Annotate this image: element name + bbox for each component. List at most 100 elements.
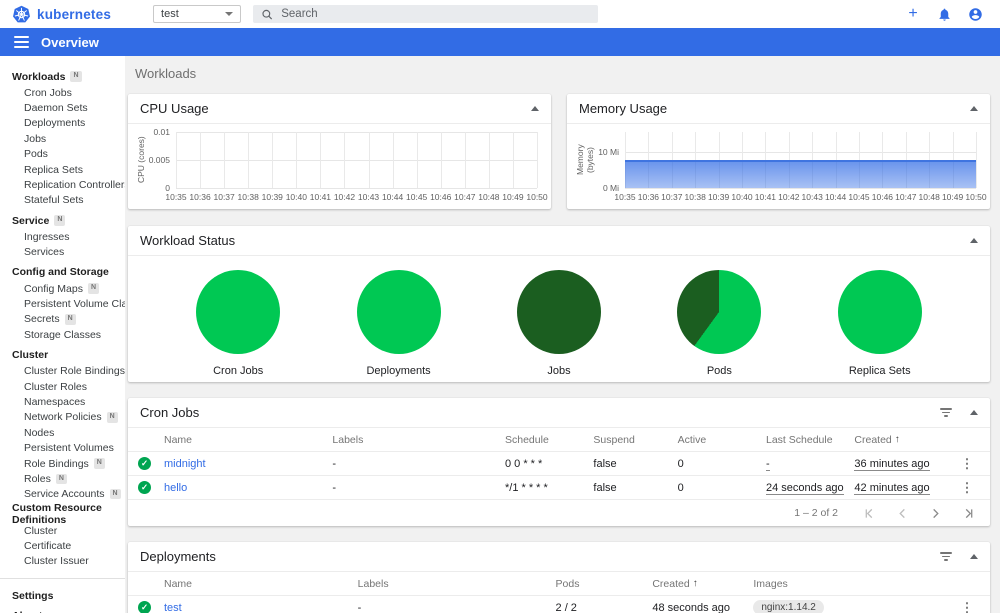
sidebar-item-jobs[interactable]: Jobs <box>0 131 125 146</box>
sidebar-section-service[interactable]: Service N <box>0 212 125 229</box>
previous-page-icon[interactable] <box>897 508 908 519</box>
column-header-suspend[interactable]: Suspend <box>593 434 677 446</box>
gridline <box>512 132 514 188</box>
sidebar-item-persistent-volumes[interactable]: Persistent Volumes <box>0 440 125 455</box>
collapse-icon[interactable] <box>970 106 978 111</box>
column-header-schedule[interactable]: Schedule <box>505 434 593 446</box>
cron-jobs-title: Cron Jobs <box>140 405 200 420</box>
notifications-button[interactable] <box>935 5 953 23</box>
sidebar-item-service-accounts[interactable]: Service Accounts N <box>0 487 125 502</box>
status-cell: ✓ <box>138 481 164 494</box>
column-header-label: Schedule <box>505 433 549 446</box>
sidebar-item-pods[interactable]: Pods <box>0 147 125 162</box>
y-tick-label: 0.01 <box>153 127 170 137</box>
column-header-name[interactable]: Name <box>164 578 358 590</box>
workload-status-title: Workload Status <box>140 233 236 248</box>
sidebar-item-label: Jobs <box>24 132 47 145</box>
column-header-last-schedule[interactable]: Last Schedule <box>766 434 854 446</box>
cron-jobs-pagination: 1 – 2 of 2 <box>128 500 990 526</box>
menu-hamburger-icon[interactable] <box>14 36 29 48</box>
cpu-y-axis-label: CPU (cores) <box>136 136 146 184</box>
sidebar-item-role-bindings[interactable]: Role Bindings N <box>0 456 125 471</box>
sidebar-section-label: Cluster <box>12 348 49 361</box>
memory-card-title: Memory Usage <box>579 101 668 116</box>
deployment-name-link[interactable]: test <box>164 602 358 613</box>
next-page-icon[interactable] <box>930 508 941 519</box>
x-tick-label: 10:47 <box>454 192 476 202</box>
column-header-name[interactable]: Name <box>164 434 332 446</box>
collapse-icon[interactable] <box>970 410 978 415</box>
cron-job-name-link[interactable]: midnight <box>164 458 332 470</box>
collapse-icon[interactable] <box>970 554 978 559</box>
sidebar-item-stateful-sets[interactable]: Stateful Sets <box>0 193 125 208</box>
column-header-labels[interactable]: Labels <box>358 578 556 590</box>
pods-cell: 2 / 2 <box>555 601 577 613</box>
last-schedule-cell-value: - <box>766 457 770 471</box>
sidebar-item-services[interactable]: Services <box>0 245 125 260</box>
namespace-selector[interactable]: test <box>153 5 242 23</box>
column-header-label: Active <box>677 433 707 446</box>
workload-pie-pods: Pods <box>644 270 794 377</box>
pie-chart <box>196 270 281 354</box>
sidebar-item-cluster-role-bindings[interactable]: Cluster Role Bindings <box>0 363 125 378</box>
row-actions-menu-icon[interactable]: ⋮ <box>954 457 980 470</box>
sidebar-item-storage-classes[interactable]: Storage Classes <box>0 327 125 342</box>
sidebar-item-cluster-issuer[interactable]: Cluster Issuer <box>0 554 125 569</box>
search-bar[interactable] <box>253 5 599 23</box>
filter-icon[interactable] <box>940 408 952 417</box>
labels-cell: - <box>332 457 337 470</box>
sidebar-item-certificate[interactable]: Certificate <box>0 538 125 553</box>
column-header-labels[interactable]: Labels <box>332 434 505 446</box>
sidebar-item-network-policies[interactable]: Network Policies N <box>0 410 125 425</box>
first-page-icon[interactable] <box>864 508 875 519</box>
sidebar-item-config-maps[interactable]: Config Maps N <box>0 281 125 296</box>
row-actions-menu-icon[interactable]: ⋮ <box>954 481 980 494</box>
sidebar-item-namespaces[interactable]: Namespaces <box>0 394 125 409</box>
sidebar-item-cluster-roles[interactable]: Cluster Roles <box>0 379 125 394</box>
table-header-row: Name Labels Pods Created ↑ Images <box>128 572 990 596</box>
sidebar-item-label: Daemon Sets <box>24 102 88 115</box>
pie-label: Replica Sets <box>848 365 911 377</box>
brand-name: kubernetes <box>37 6 112 22</box>
sidebar-item-replication-controllers[interactable]: Replication Controllers <box>0 177 125 192</box>
namespaced-badge: N <box>70 71 82 82</box>
last-page-icon[interactable] <box>963 508 974 519</box>
collapse-icon[interactable] <box>970 238 978 243</box>
column-header-active[interactable]: Active <box>678 434 766 446</box>
x-tick-label: 10:43 <box>357 192 380 202</box>
cron-job-name-link[interactable]: hello <box>164 482 332 494</box>
gridline <box>344 132 346 188</box>
column-header-pods[interactable]: Pods <box>556 578 653 590</box>
row-actions-menu-icon[interactable]: ⋮ <box>954 601 980 613</box>
collapse-icon[interactable] <box>531 106 539 111</box>
x-tick-label: 10:37 <box>661 192 683 202</box>
sidebar-section-workloads[interactable]: Workloads N <box>0 68 125 85</box>
namespaced-badge: N <box>93 458 105 469</box>
sidebar-item-about[interactable]: About <box>0 606 125 613</box>
sidebar-item-persistent-volume-claims[interactable]: Persistent Volume ClaimsN <box>0 296 125 311</box>
sidebar-item-daemon-sets[interactable]: Daemon Sets <box>0 100 125 115</box>
add-resource-button[interactable]: + <box>904 5 922 23</box>
sidebar-item-replica-sets[interactable]: Replica Sets <box>0 162 125 177</box>
sidebar-item-nodes[interactable]: Nodes <box>0 425 125 440</box>
sidebar-item-deployments[interactable]: Deployments <box>0 116 125 131</box>
column-header-created[interactable]: Created ↑ <box>854 434 954 446</box>
sidebar-item-cron-jobs[interactable]: Cron Jobs <box>0 85 125 100</box>
sidebar-item-ingresses[interactable]: Ingresses <box>0 229 125 244</box>
search-input[interactable] <box>281 8 591 20</box>
sidebar-item-roles[interactable]: Roles N <box>0 471 125 486</box>
column-header-images[interactable]: Images <box>753 578 954 590</box>
filter-icon[interactable] <box>940 552 952 561</box>
sidebar-item-label: Cluster Role Bindings <box>24 365 125 378</box>
user-account-button[interactable] <box>966 5 984 23</box>
sidebar-item-label: Storage Classes <box>24 328 102 341</box>
column-header-created[interactable]: Created ↑ <box>652 578 753 590</box>
cpu-plot-area <box>176 132 538 189</box>
kubernetes-logo-brand[interactable]: kubernetes <box>12 5 111 24</box>
workload-pie-deployments: Deployments <box>324 270 474 377</box>
schedule-cell: */1 * * * * <box>505 481 548 494</box>
sidebar-item-secrets[interactable]: Secrets N <box>0 312 125 327</box>
sidebar-item-label: Cluster <box>24 524 58 537</box>
page-title: Workloads <box>135 66 197 81</box>
sidebar-item-settings[interactable]: Settings <box>0 586 125 606</box>
